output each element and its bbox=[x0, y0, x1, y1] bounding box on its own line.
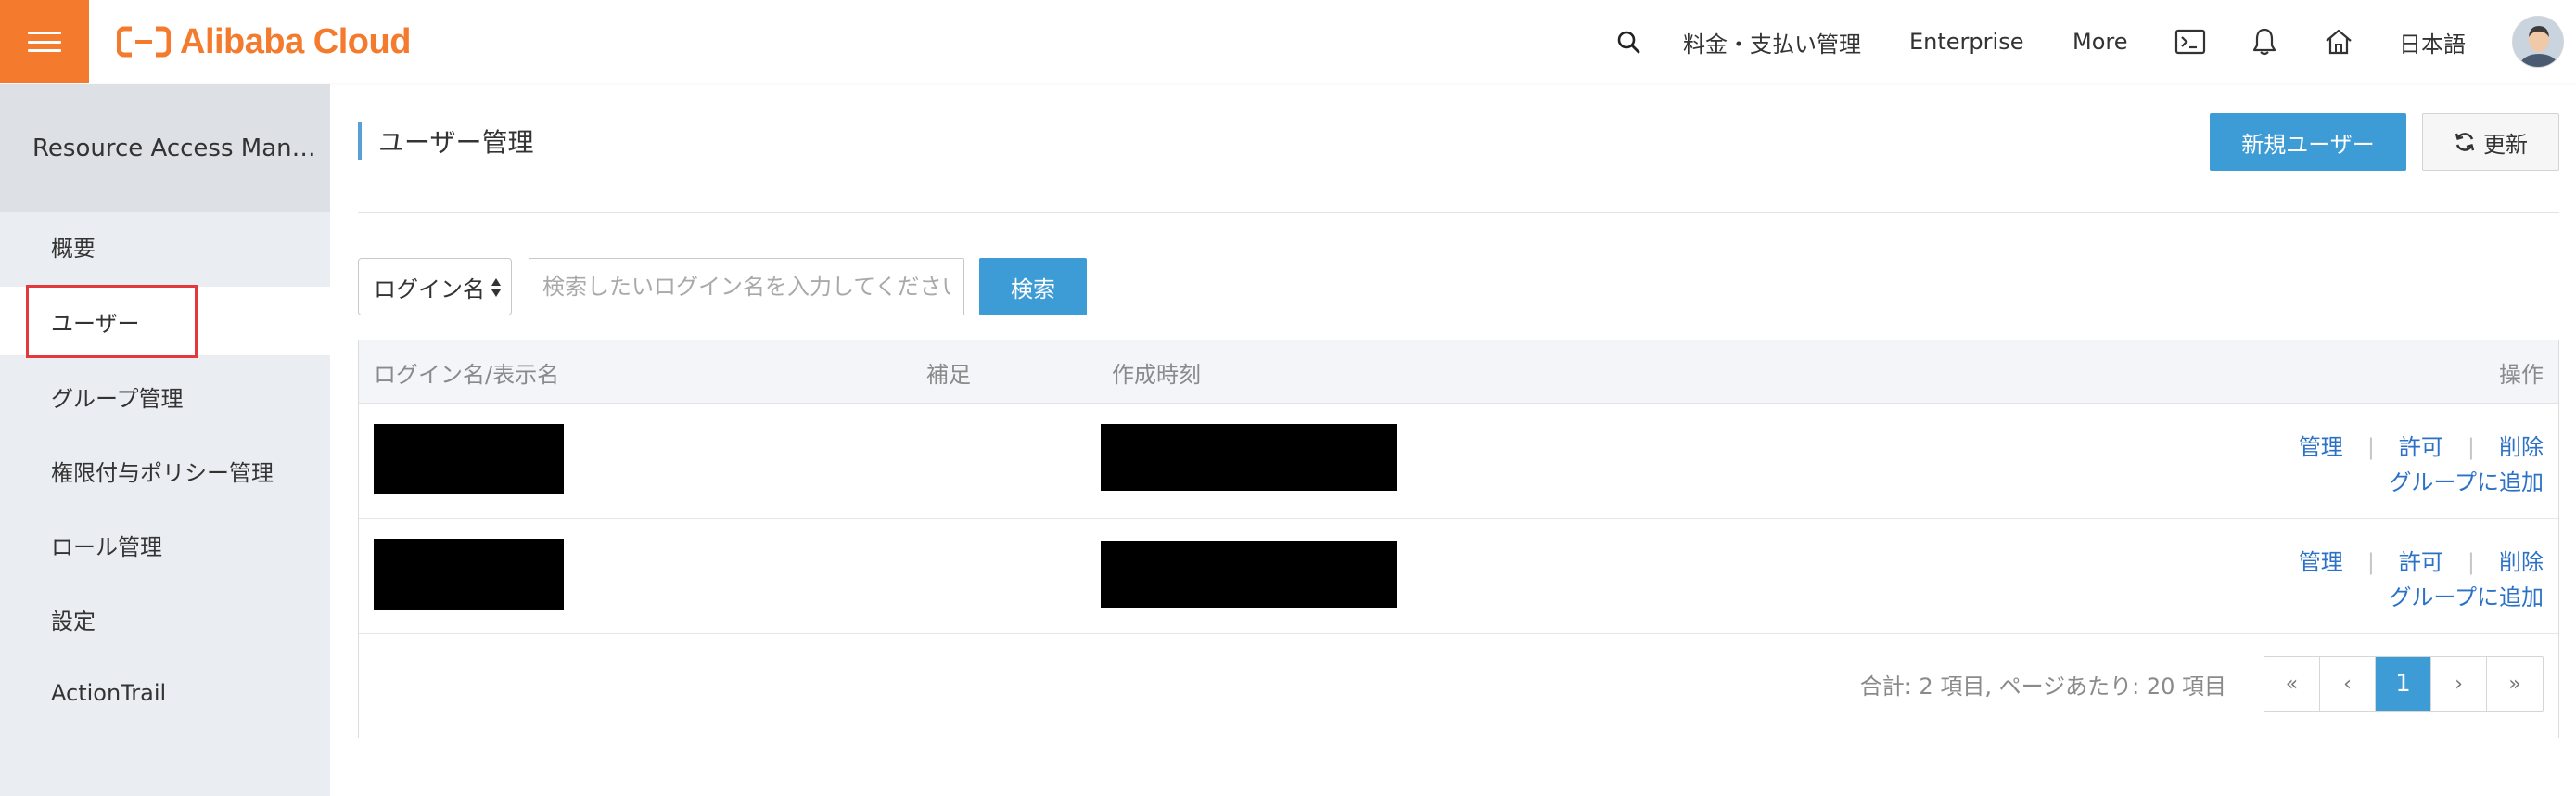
search-submit-button[interactable]: 検索 bbox=[979, 258, 1087, 315]
bell-icon bbox=[2252, 28, 2276, 56]
permit-link[interactable]: 許可 bbox=[2399, 545, 2443, 580]
pagination: « ‹ 1 › » bbox=[2264, 656, 2544, 712]
avatar-icon bbox=[2513, 17, 2563, 67]
sidebar: Resource Access Man… 概要 ユーザー グループ管理 権限付与… bbox=[0, 84, 330, 796]
table-header: ログイン名/表示名 補足 作成時刻 操作 bbox=[359, 340, 2558, 404]
menu-button[interactable] bbox=[0, 0, 89, 83]
redacted-login bbox=[374, 424, 564, 494]
search-icon bbox=[1617, 31, 1640, 54]
filter-field-select[interactable]: ログイン名 bbox=[358, 258, 512, 315]
page-title: ユーザー管理 bbox=[358, 122, 533, 160]
sidebar-item-overview[interactable]: 概要 bbox=[0, 212, 330, 280]
home-button[interactable] bbox=[2322, 0, 2355, 83]
sort-arrows-icon bbox=[491, 278, 501, 297]
add-to-group-link[interactable]: グループに追加 bbox=[2389, 584, 2544, 610]
table-row: 管理 | 許可 | 削除 グループに追加 bbox=[359, 519, 2558, 634]
terminal-button[interactable] bbox=[2174, 0, 2207, 83]
brand-name: Alibaba Cloud bbox=[180, 21, 411, 61]
permit-link[interactable]: 許可 bbox=[2399, 430, 2443, 465]
user-avatar[interactable] bbox=[2512, 16, 2564, 68]
page-prev-button[interactable]: ‹ bbox=[2320, 657, 2376, 711]
refresh-label: 更新 bbox=[2483, 131, 2528, 158]
users-table: ログイン名/表示名 補足 作成時刻 操作 管理 | 許可 | 削除 グループに追… bbox=[358, 340, 2559, 738]
new-user-button[interactable]: 新規ユーザー bbox=[2210, 113, 2406, 171]
page-last-button[interactable]: » bbox=[2487, 657, 2543, 711]
nav-billing[interactable]: 料金・支払い管理 bbox=[1683, 0, 1861, 83]
sidebar-item-groups[interactable]: グループ管理 bbox=[0, 362, 330, 430]
highlight-box bbox=[26, 285, 198, 358]
page-next-button[interactable]: › bbox=[2431, 657, 2487, 711]
filter-selected: ログイン名 bbox=[374, 276, 485, 302]
column-actions: 操作 bbox=[2499, 361, 2544, 388]
redacted-created-time bbox=[1101, 424, 1397, 491]
redacted-login bbox=[374, 539, 564, 610]
sidebar-item-actiontrail[interactable]: ActionTrail bbox=[0, 659, 330, 727]
refresh-icon bbox=[2455, 133, 2475, 151]
nav-enterprise[interactable]: Enterprise bbox=[1909, 0, 2023, 83]
brand-logo[interactable]: Alibaba Cloud bbox=[117, 19, 411, 65]
sidebar-title: Resource Access Man… bbox=[0, 84, 330, 212]
page-first-button[interactable]: « bbox=[2264, 657, 2320, 711]
delete-link[interactable]: 削除 bbox=[2499, 430, 2544, 465]
home-icon bbox=[2326, 29, 2352, 55]
alibaba-logo-icon bbox=[117, 26, 171, 58]
column-note: 補足 bbox=[926, 361, 971, 388]
sidebar-item-roles[interactable]: ロール管理 bbox=[0, 510, 330, 579]
hamburger-icon bbox=[28, 32, 61, 52]
language-selector[interactable]: 日本語 bbox=[2399, 0, 2466, 83]
terminal-icon bbox=[2174, 29, 2206, 55]
column-login: ログイン名/表示名 bbox=[374, 361, 560, 388]
table-row: 管理 | 許可 | 削除 グループに追加 bbox=[359, 404, 2558, 519]
search-button[interactable] bbox=[1612, 0, 1645, 83]
manage-link[interactable]: 管理 bbox=[2299, 545, 2343, 580]
delete-link[interactable]: 削除 bbox=[2499, 545, 2544, 580]
row-actions: 管理 | 許可 | 削除 グループに追加 bbox=[2299, 545, 2544, 615]
sidebar-item-policies[interactable]: 権限付与ポリシー管理 bbox=[0, 436, 330, 505]
column-created: 作成時刻 bbox=[1112, 361, 1201, 388]
sidebar-item-settings[interactable]: 設定 bbox=[0, 584, 330, 653]
manage-link[interactable]: 管理 bbox=[2299, 430, 2343, 465]
add-to-group-link[interactable]: グループに追加 bbox=[2389, 469, 2544, 495]
divider bbox=[358, 212, 2559, 213]
sidebar-title-text: Resource Access Man… bbox=[32, 134, 316, 162]
pagination-summary: 合計: 2 項目, ページあたり: 20 項目 bbox=[1859, 673, 2226, 700]
page-current-button[interactable]: 1 bbox=[2376, 657, 2431, 711]
nav-more[interactable]: More bbox=[2072, 0, 2128, 83]
refresh-button[interactable]: 更新 bbox=[2422, 113, 2559, 171]
row-actions: 管理 | 許可 | 削除 グループに追加 bbox=[2299, 430, 2544, 500]
redacted-created-time bbox=[1101, 541, 1397, 608]
search-input[interactable] bbox=[529, 258, 964, 315]
notifications-button[interactable] bbox=[2248, 0, 2281, 83]
top-bar: Alibaba Cloud 料金・支払い管理 Enterprise More 日… bbox=[0, 0, 2576, 83]
